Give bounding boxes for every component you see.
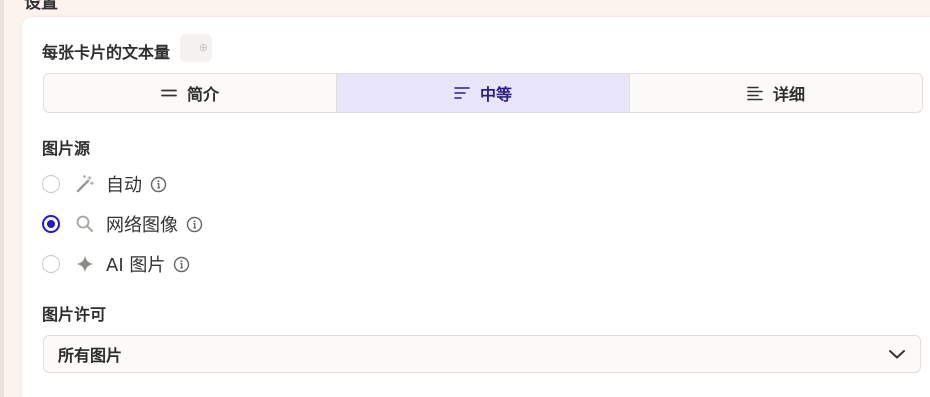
info-icon[interactable]: [186, 216, 203, 233]
chevron-down-icon: [888, 345, 906, 364]
radio-button[interactable]: [42, 175, 60, 193]
text-amount-option-brief[interactable]: 简介: [44, 74, 337, 112]
radio-button[interactable]: [42, 255, 60, 273]
image-source-option-label: 自动: [106, 175, 142, 196]
image-license-select[interactable]: 所有图片: [43, 335, 921, 373]
image-source-option-auto[interactable]: 自动: [42, 170, 167, 198]
text-amount-option-label: 中等: [479, 85, 512, 104]
lines-detailed-icon: [747, 86, 763, 101]
image-source-option-label: AI 图片: [106, 255, 166, 276]
text-amount-option-detailed[interactable]: 详细: [630, 74, 922, 112]
image-license-label: 图片许可: [42, 305, 107, 324]
lines-short-icon: [161, 87, 177, 99]
image-license-selected-value: 所有图片: [58, 346, 123, 365]
text-amount-option-label: 详细: [772, 85, 805, 104]
image-source-option-web[interactable]: 网络图像: [42, 210, 203, 238]
search-icon: [74, 213, 96, 235]
settings-card: 每张卡片的文本量 ⊕ 简介 中等 详细 图片源 自动 网络图像 AI 图片 图片…: [22, 17, 930, 397]
text-amount-option-medium[interactable]: 中等: [337, 74, 630, 112]
image-source-label: 图片源: [42, 139, 91, 158]
magic-wand-icon: [74, 173, 96, 195]
text-amount-label: 每张卡片的文本量: [42, 43, 171, 62]
info-icon[interactable]: [150, 176, 167, 193]
image-source-option-ai[interactable]: AI 图片: [42, 250, 190, 278]
lines-medium-icon: [454, 86, 470, 100]
left-divider: [0, 0, 4, 397]
info-icon[interactable]: [173, 256, 190, 273]
sparkle-icon: [74, 253, 96, 275]
settings-heading: 设置: [24, 0, 58, 13]
ghost-chip: ⊕: [180, 34, 212, 62]
image-source-option-label: 网络图像: [106, 215, 178, 236]
text-amount-option-label: 简介: [186, 85, 219, 104]
radio-button-checked[interactable]: [42, 215, 60, 233]
text-amount-selector: 简介 中等 详细: [43, 73, 923, 113]
settings-page: 设置 每张卡片的文本量 ⊕ 简介 中等 详细 图片源 自动 网络图像 AI 图片…: [0, 0, 930, 397]
